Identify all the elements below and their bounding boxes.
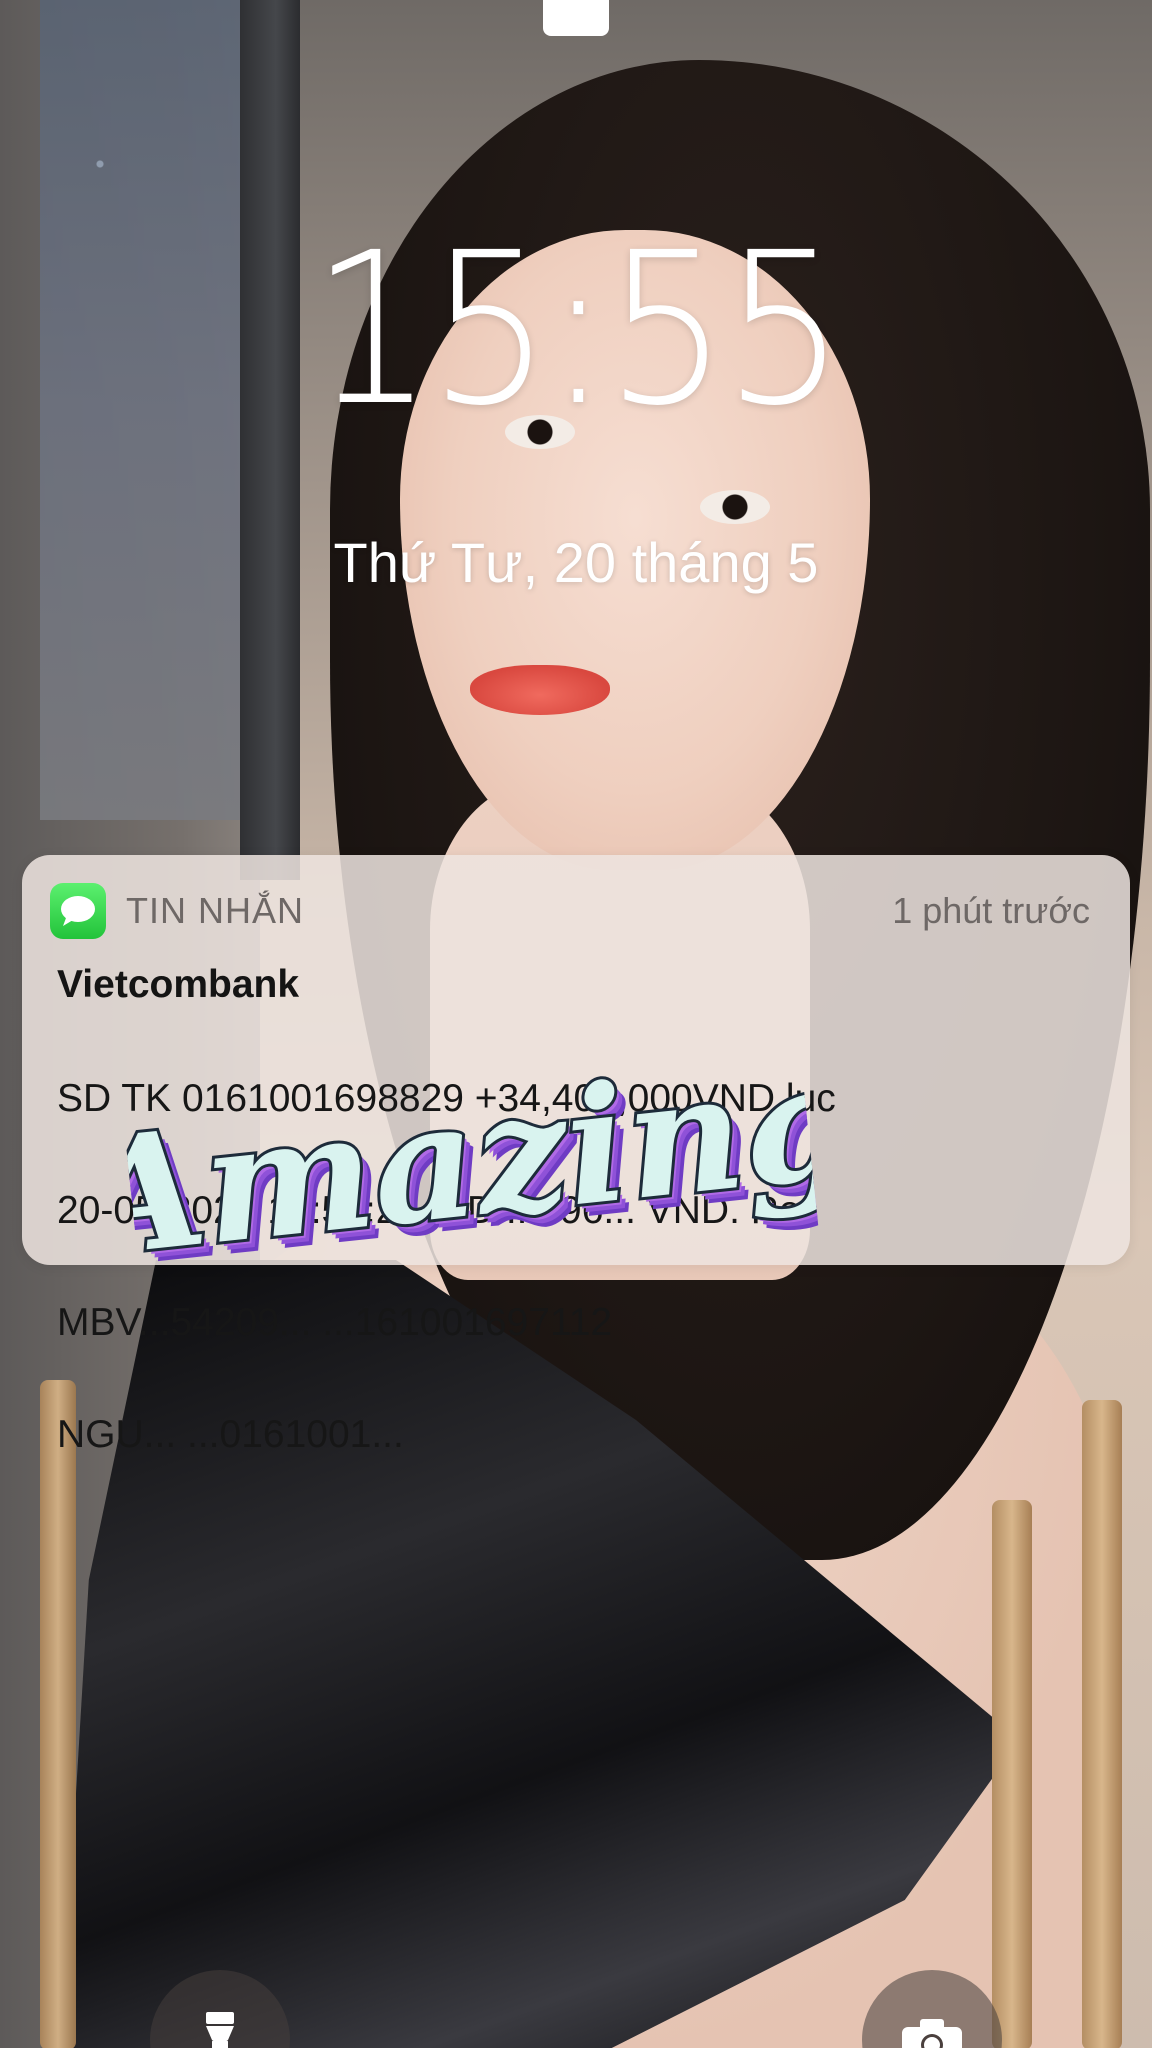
notification-time: 1 phút trước [892,890,1090,931]
lock-icon [543,0,609,36]
wallpaper-lips [470,665,610,715]
camera-icon [902,2019,962,2048]
notification-header: TIN NHẮN 1 phút trước [50,883,1090,939]
clock-time: 15:55 [311,207,846,452]
wallpaper-eye-right [700,490,770,524]
notification-sender: Vietcombank [57,963,300,1006]
messages-app-icon [50,883,106,939]
lock-screen-date: Thứ Tư, 20 tháng 5 [333,531,819,594]
notification-app-name: TIN NHẮN [126,890,304,931]
flashlight-icon [206,2012,234,2048]
wallpaper-chair-right-2 [992,1500,1032,2048]
wallpaper-door-frame [240,0,300,880]
notification-body-line: NGU... ...0161001... [57,1413,404,1456]
lock-screen-clock: 15:55 [0,225,1152,435]
speech-bubble-icon [61,896,95,926]
